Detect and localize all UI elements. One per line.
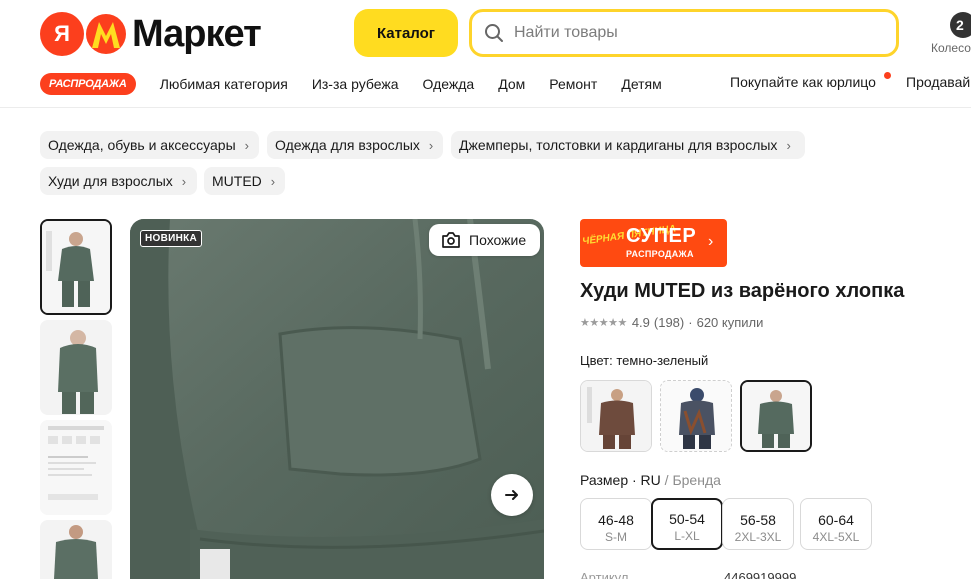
chevron-right-icon: › <box>708 233 714 250</box>
size-option[interactable]: 60-64 4XL-5XL <box>800 498 872 550</box>
color-label: Цвет: темно-зеленый <box>580 353 709 368</box>
size-label-ru: Размер · RU <box>580 472 661 488</box>
care-label-thumbnail-image <box>40 420 112 515</box>
nav-item-clothing[interactable]: Одежда <box>423 76 475 92</box>
size-brand: 2XL-3XL <box>734 529 782 544</box>
nav-item-business[interactable]: Покупайте как юрлицо <box>730 74 876 90</box>
breadcrumb-label: MUTED <box>212 173 262 189</box>
product-main-image[interactable] <box>130 219 544 579</box>
nav-item-home[interactable]: Дом <box>498 76 525 92</box>
hoodie-closeup-image <box>130 219 544 579</box>
chevron-right-icon: › <box>786 137 791 153</box>
hoodie-back-thumbnail-image <box>40 320 112 415</box>
breadcrumb-label: Джемперы, толстовки и кардиганы для взро… <box>459 137 778 153</box>
article-label: Артикул <box>580 570 629 579</box>
chevron-right-icon: › <box>428 137 434 153</box>
breadcrumb-label: Худи для взрослых <box>48 173 173 189</box>
color-option-dark-green[interactable] <box>740 380 812 452</box>
rating-value: 4.9 <box>631 315 650 330</box>
sale-badge[interactable]: РАСПРОДАЖА <box>40 73 136 95</box>
super-sale-promo[interactable]: Чёрная пятница СУПЕР РАСПРОДАЖА › <box>580 219 727 267</box>
breadcrumb-item[interactable]: Одежда для взрослых › <box>267 131 443 159</box>
breadcrumb-item[interactable]: Одежда, обувь и аксессуары › <box>40 131 259 159</box>
size-option[interactable]: 56-58 2XL-3XL <box>722 498 794 550</box>
gallery-thumbnail[interactable] <box>40 520 112 579</box>
bought-count: 620 купили <box>696 315 764 330</box>
product-title: Худи MUTED из варёного хлопка <box>580 280 905 302</box>
gallery-thumbnail[interactable] <box>40 320 112 415</box>
new-badge: НОВИНКА <box>140 230 203 247</box>
separator: · <box>688 315 693 330</box>
breadcrumb-label: Одежда для взрослых <box>275 137 420 153</box>
rating-stars-icon: ★★★★★ <box>580 317 627 329</box>
chevron-right-icon: › <box>244 137 249 153</box>
nav-item-repair[interactable]: Ремонт <box>549 76 597 92</box>
rating-row[interactable]: ★★★★★ 4.9 (198) · 620 купили <box>580 315 763 330</box>
catalog-button[interactable]: Каталог <box>354 9 458 57</box>
chevron-right-icon: › <box>181 173 187 189</box>
article-value: 4469919999 <box>724 570 797 579</box>
size-brand: S-M <box>605 529 627 544</box>
chevron-right-icon: › <box>270 173 276 189</box>
cart-count-badge[interactable]: 2 <box>950 12 971 38</box>
gallery-thumbnail[interactable] <box>40 420 112 515</box>
size-brand: L-XL <box>674 529 700 543</box>
yandex-logo-icon: Я <box>40 12 84 56</box>
reviews-count: (198) <box>653 315 685 330</box>
category-nav: РАСПРОДАЖА Любимая категория Из-за рубеж… <box>40 72 686 96</box>
hoodie-model-thumbnail-image <box>40 520 112 579</box>
notification-dot <box>884 72 891 79</box>
dark-green-hoodie-image <box>742 382 810 450</box>
search-input[interactable] <box>514 24 874 42</box>
promo-super-label: СУПЕР <box>626 225 697 247</box>
color-option-navy[interactable] <box>660 380 732 452</box>
size-ru: 46-48 <box>598 511 634 528</box>
size-ru: 60-64 <box>818 511 854 528</box>
search-bar[interactable] <box>469 9 899 57</box>
brown-hoodie-image <box>581 381 651 451</box>
market-logo-text: Маркет <box>132 12 262 55</box>
size-brand: 4XL-5XL <box>812 529 860 544</box>
breadcrumb-item[interactable]: Джемперы, толстовки и кардиганы для взро… <box>451 131 805 159</box>
camera-search-icon <box>442 232 460 248</box>
header: Я Маркет Каталог 2 Колесо РАСПРОДАЖА Люб… <box>0 0 971 108</box>
size-ru: 50-54 <box>669 511 705 527</box>
nav-item-favorite-category[interactable]: Любимая категория <box>160 76 288 92</box>
next-image-button[interactable] <box>491 474 533 516</box>
arrow-right-icon <box>505 490 518 500</box>
size-label: Размер · RU / Бренда <box>580 472 721 488</box>
breadcrumb-label: Одежда, обувь и аксессуары <box>48 137 236 153</box>
similar-label: Похожие <box>469 232 527 248</box>
breadcrumb-item[interactable]: MUTED › <box>204 167 285 195</box>
size-label-brand: / Бренда <box>660 472 721 488</box>
breadcrumb-item[interactable]: Худи для взрослых › <box>40 167 197 195</box>
nav-item-abroad[interactable]: Из-за рубежа <box>312 76 399 92</box>
nav-item-sell[interactable]: Продавай <box>906 74 970 90</box>
market-m-logo-icon <box>86 14 126 54</box>
size-option-selected[interactable]: 50-54 L-XL <box>651 498 723 550</box>
navy-hoodie-image <box>661 381 731 451</box>
nav-item-kids[interactable]: Детям <box>621 76 661 92</box>
similar-button[interactable]: Похожие <box>429 224 540 256</box>
hoodie-front-thumbnail-image <box>42 221 110 313</box>
color-option-brown[interactable] <box>580 380 652 452</box>
cart-label[interactable]: Колесо <box>931 41 971 55</box>
gallery-thumbnail[interactable] <box>40 219 112 315</box>
promo-sale-label: РАСПРОДАЖА <box>626 249 694 259</box>
size-option[interactable]: 46-48 S-M <box>580 498 652 550</box>
size-ru: 56-58 <box>740 511 776 528</box>
market-logo[interactable]: Я Маркет <box>40 12 262 56</box>
search-icon <box>485 24 503 42</box>
